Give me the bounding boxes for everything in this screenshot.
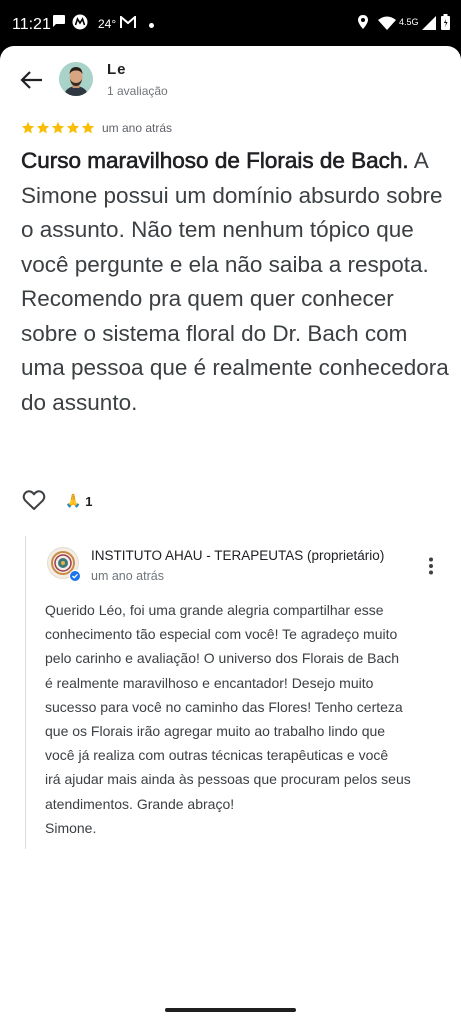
review-text-bold: Curso maravilhoso de Florais de Bach. xyxy=(21,148,409,174)
star-icon xyxy=(21,121,35,134)
status-bar: 11:21 24° 4.5G xyxy=(0,0,461,46)
reply-line: que os Florais irão agregar muito ao tra… xyxy=(45,723,386,740)
reply-line: sucesso para você no caminho das Flores!… xyxy=(45,698,403,715)
star-icon xyxy=(36,121,50,134)
wifi-icon xyxy=(378,16,396,30)
reply-line: atendimentos. Grande abraço! xyxy=(45,795,235,812)
chat-icon xyxy=(53,15,65,27)
signal-icon xyxy=(422,16,436,30)
reaction-count: 1 xyxy=(85,493,93,509)
reply-divider xyxy=(25,536,26,849)
star-icon xyxy=(66,121,80,134)
notification-dot xyxy=(149,23,154,28)
reply-line: Querido Léo, foi uma grande alegria comp… xyxy=(45,602,384,618)
status-time: 11:21 xyxy=(12,16,51,33)
reply-line: conhecimento tão especial com você! Te a… xyxy=(45,626,398,643)
back-arrow-icon[interactable] xyxy=(18,70,44,90)
owner-reply-text: Querido Léo, foi uma grande alegria comp… xyxy=(45,598,445,840)
review-text-rest: A Simone possui um domínio absurdo sobre… xyxy=(21,148,449,415)
reviewer-name[interactable]: Le xyxy=(107,61,127,78)
star-rating xyxy=(21,121,95,135)
star-icon xyxy=(81,121,95,134)
reaction-button[interactable]: 🙏 1 xyxy=(65,493,92,509)
review-time: um ano atrás xyxy=(102,121,173,135)
status-network: 4.5G xyxy=(399,17,419,27)
gesture-nav-bar[interactable] xyxy=(165,1008,296,1012)
owner-reply-time: um ano atrás xyxy=(91,569,164,583)
owner-name[interactable]: INSTITUTO AHAU - TERAPEUTAS (proprietári… xyxy=(91,548,405,563)
reviewer-avatar[interactable] xyxy=(59,62,93,96)
star-icon xyxy=(51,121,65,134)
battery-icon xyxy=(441,14,450,30)
reviewer-review-count: 1 avaliação xyxy=(107,84,168,98)
location-icon xyxy=(358,15,368,29)
reply-line: é realmente maravilhoso e encantador! De… xyxy=(45,674,374,691)
more-options-icon[interactable] xyxy=(424,556,438,576)
motorola-icon xyxy=(72,14,88,30)
reply-line: irá ajudar mais ainda às pessoas que pro… xyxy=(45,771,411,788)
status-temperature: 24° xyxy=(98,17,117,31)
verified-badge-icon xyxy=(69,570,81,582)
pray-emoji-icon: 🙏 xyxy=(65,493,82,508)
gmail-icon xyxy=(120,16,136,28)
reply-line: você já realiza com outras técnicas tera… xyxy=(45,747,389,764)
reply-line: pelo carinho e avaliação! O universo dos… xyxy=(45,650,400,667)
heart-icon[interactable] xyxy=(22,489,46,511)
reply-line: Simone. xyxy=(45,819,97,836)
review-text: Curso maravilhoso de Florais de Bach. A … xyxy=(21,144,451,420)
